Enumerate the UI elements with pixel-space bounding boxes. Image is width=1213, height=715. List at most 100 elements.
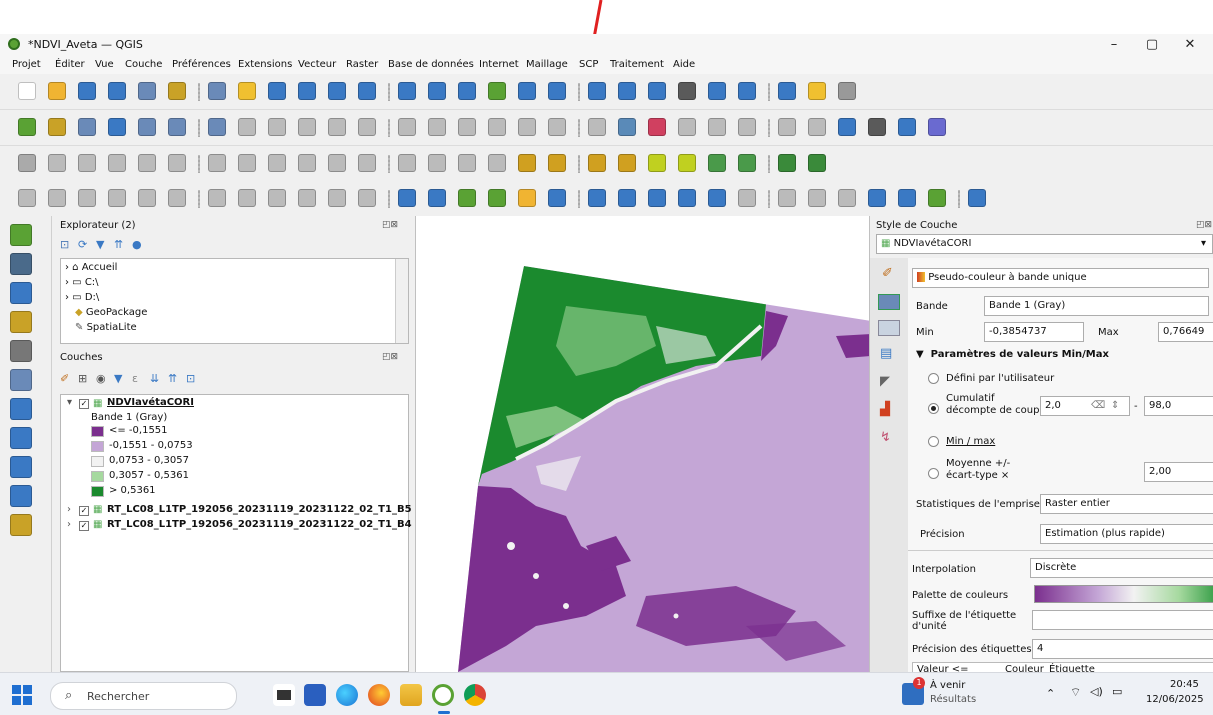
task-view-icon[interactable]	[273, 684, 295, 706]
minimize-button[interactable]: –	[1100, 36, 1128, 54]
menu-raster[interactable]: Raster	[346, 59, 378, 70]
cumulative-low-input[interactable]: 2,0 ⌫ ⇕	[1040, 396, 1130, 416]
toolbar-tool-icon[interactable]	[48, 189, 66, 207]
add-layer-tool-icon[interactable]	[10, 485, 32, 507]
toolbar-tool-icon[interactable]	[428, 189, 446, 207]
histogram-tab-icon[interactable]	[878, 320, 900, 336]
chrome-icon[interactable]	[464, 684, 486, 706]
toolbar-tool-icon[interactable]	[548, 189, 566, 207]
clear-icon[interactable]: ⌫	[1091, 397, 1105, 415]
windows-start-icon[interactable]	[12, 685, 32, 705]
interpolation-selector[interactable]: Discrète	[1030, 558, 1213, 578]
spinner-icon[interactable]: ⇕	[1111, 397, 1119, 415]
toolbar-tool-icon[interactable]	[708, 118, 726, 136]
toolbar-tool-icon[interactable]	[48, 82, 66, 100]
toolbar-tool-icon[interactable]	[808, 118, 826, 136]
toolbar-tool-icon[interactable]	[268, 82, 286, 100]
toolbar-tool-icon[interactable]	[298, 189, 316, 207]
firefox-icon[interactable]	[368, 684, 390, 706]
filter-legend-icon[interactable]: ▼	[114, 372, 122, 385]
toolbar-tool-icon[interactable]	[18, 118, 36, 136]
toolbar-tool-icon[interactable]	[298, 82, 316, 100]
toolbar-tool-icon[interactable]	[108, 189, 126, 207]
toolbar-tool-icon[interactable]	[548, 82, 566, 100]
toolbar-tool-icon[interactable]	[78, 189, 96, 207]
toolbar-tool-icon[interactable]	[928, 118, 946, 136]
edge-browser-icon[interactable]	[336, 684, 358, 706]
label-precision-input[interactable]: 4	[1032, 639, 1213, 659]
toolbar-tool-icon[interactable]	[108, 82, 126, 100]
filter-icon[interactable]: ▼	[96, 238, 104, 251]
toolbar-tool-icon[interactable]	[648, 189, 666, 207]
toolbar-tool-icon[interactable]	[738, 118, 756, 136]
add-layer-tool-icon[interactable]	[10, 340, 32, 362]
toolbar-tool-icon[interactable]	[618, 118, 636, 136]
toolbar-tool-icon[interactable]	[488, 189, 506, 207]
toolbar-tool-icon[interactable]	[548, 118, 566, 136]
toolbar-tool-icon[interactable]	[458, 82, 476, 100]
toolbar-tool-icon[interactable]	[648, 118, 666, 136]
refresh-icon[interactable]: ⟳	[78, 238, 87, 251]
toolbar-tool-icon[interactable]	[968, 189, 986, 207]
toolbar-tool-icon[interactable]	[778, 189, 796, 207]
browser-item-accueil[interactable]: › ⌂ Accueil	[65, 262, 117, 273]
expand-chevron-icon[interactable]: ▾	[67, 397, 72, 408]
toolbar-tool-icon[interactable]	[518, 82, 536, 100]
toolbar-tool-icon[interactable]	[238, 189, 256, 207]
toolbar-tool-icon[interactable]	[838, 82, 856, 100]
toolbar-tool-icon[interactable]	[868, 189, 886, 207]
toolbar-tool-icon[interactable]	[398, 118, 416, 136]
file-explorer-icon[interactable]	[400, 684, 422, 706]
renderer-selector[interactable]: Pseudo-couleur à bande unique	[912, 268, 1209, 288]
toolbar-tool-icon[interactable]	[588, 154, 606, 172]
toolbar-tool-icon[interactable]	[358, 118, 376, 136]
toolbar-tool-icon[interactable]	[18, 82, 36, 100]
toolbar-tool-icon[interactable]	[108, 118, 126, 136]
toolbar-tool-icon[interactable]	[398, 82, 416, 100]
toolbar-tool-icon[interactable]	[708, 82, 726, 100]
menu-internet[interactable]: Internet	[479, 59, 519, 70]
toolbar-tool-icon[interactable]	[208, 189, 226, 207]
color-ramp-selector[interactable]	[1034, 585, 1213, 603]
toolbar-tool-icon[interactable]	[458, 189, 476, 207]
history-tab-icon[interactable]: ↯	[880, 430, 891, 445]
radio-user-defined[interactable]	[928, 373, 939, 384]
collapse-all-icon[interactable]: ⇈	[168, 372, 177, 385]
toolbar-tool-icon[interactable]	[358, 154, 376, 172]
menu-projet[interactable]: Projet	[12, 59, 41, 70]
toolbar-tool-icon[interactable]	[458, 118, 476, 136]
layer-selector[interactable]: ▦ NDVIavétaCORI ▾	[876, 234, 1213, 254]
radio-cumulative[interactable]	[928, 403, 939, 414]
manage-visibility-icon[interactable]: ◉	[96, 372, 106, 385]
toolbar-tool-icon[interactable]	[18, 189, 36, 207]
pyramids-tab-icon[interactable]: ◤	[880, 374, 890, 389]
toolbar-tool-icon[interactable]	[298, 118, 316, 136]
panel-float-close-icon[interactable]: ◰⊠	[382, 220, 398, 230]
toolbar-tool-icon[interactable]	[518, 118, 536, 136]
toolbar-tool-icon[interactable]	[708, 189, 726, 207]
toolbar-tool-icon[interactable]	[108, 154, 126, 172]
toolbar-tool-icon[interactable]	[898, 118, 916, 136]
map-canvas[interactable]	[415, 216, 870, 672]
toolbar-tool-icon[interactable]	[648, 154, 666, 172]
toolbar-tool-icon[interactable]	[398, 154, 416, 172]
add-layer-tool-icon[interactable]	[10, 456, 32, 478]
open-layer-styling-icon[interactable]: ✐	[60, 372, 69, 385]
battery-icon[interactable]: ▭	[1112, 685, 1122, 698]
add-layer-tool-icon[interactable]	[10, 427, 32, 449]
cumulative-high-input[interactable]: 98,0	[1144, 396, 1213, 416]
qgis-taskbar-icon[interactable]	[432, 684, 454, 706]
browser-item-d-drive[interactable]: › ▭ D:\	[65, 292, 99, 303]
menu-vecteur[interactable]: Vecteur	[298, 59, 336, 70]
properties-icon[interactable]: ●	[132, 238, 142, 251]
toolbar-tool-icon[interactable]	[458, 154, 476, 172]
toolbar-tool-icon[interactable]	[298, 154, 316, 172]
browser-item-c-drive[interactable]: › ▭ C:\	[65, 277, 99, 288]
toolbar-tool-icon[interactable]	[168, 154, 186, 172]
stats-extent-selector[interactable]: Raster entier	[1040, 494, 1213, 514]
minmax-section-header[interactable]: ▼ Paramètres de valeurs Min/Max	[916, 349, 1109, 360]
toolbar-tool-icon[interactable]	[778, 118, 796, 136]
add-selected-icon[interactable]: ⊡	[60, 238, 69, 251]
expand-all-icon[interactable]: ⇊	[150, 372, 159, 385]
expand-chevron-icon[interactable]: ›	[67, 519, 71, 530]
